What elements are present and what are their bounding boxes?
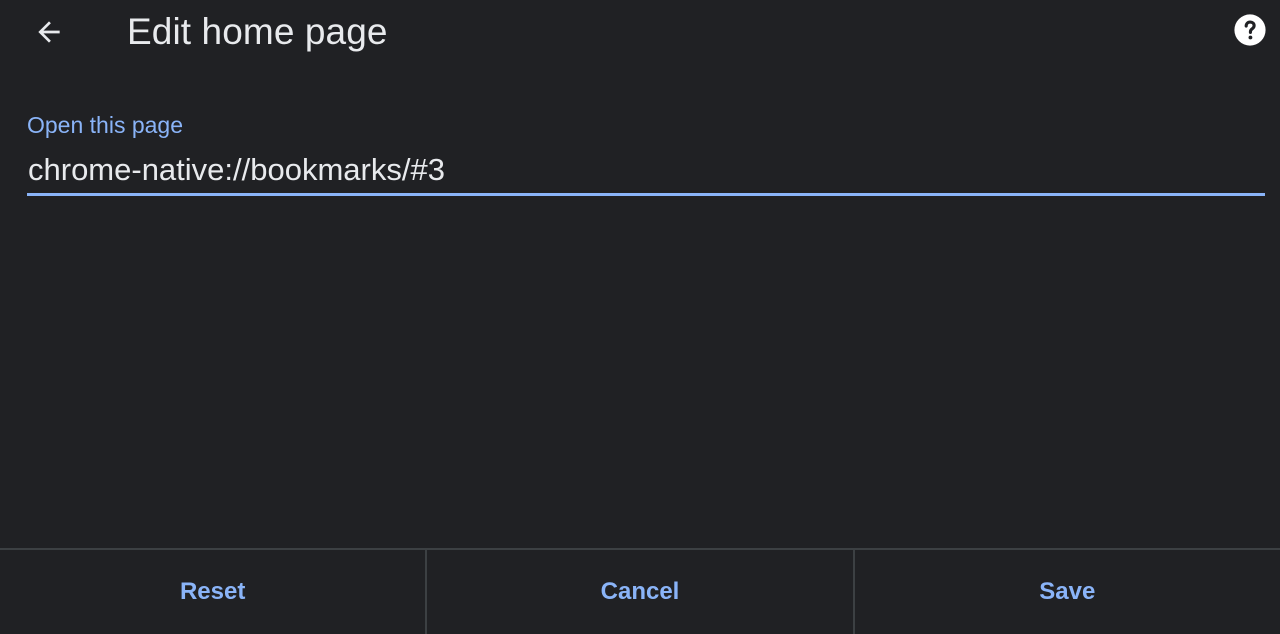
reset-button[interactable]: Reset — [0, 550, 425, 634]
page-title: Edit home page — [127, 11, 388, 52]
back-button[interactable] — [24, 8, 74, 56]
field-label: Open this page — [27, 112, 184, 138]
button-bar: Reset Cancel Save — [0, 548, 1280, 634]
cancel-button[interactable]: Cancel — [427, 550, 852, 634]
home-page-url-field: Open this page — [27, 108, 1265, 202]
help-icon — [1234, 14, 1266, 46]
help-button[interactable] — [1226, 6, 1274, 54]
arrow-back-icon — [38, 21, 60, 43]
home-page-url-input[interactable] — [27, 152, 1265, 196]
edit-home-page-screen: Edit home page Open this page Reset Canc… — [0, 0, 1280, 634]
toolbar: Edit home page — [0, 0, 1280, 64]
save-button[interactable]: Save — [855, 550, 1280, 634]
